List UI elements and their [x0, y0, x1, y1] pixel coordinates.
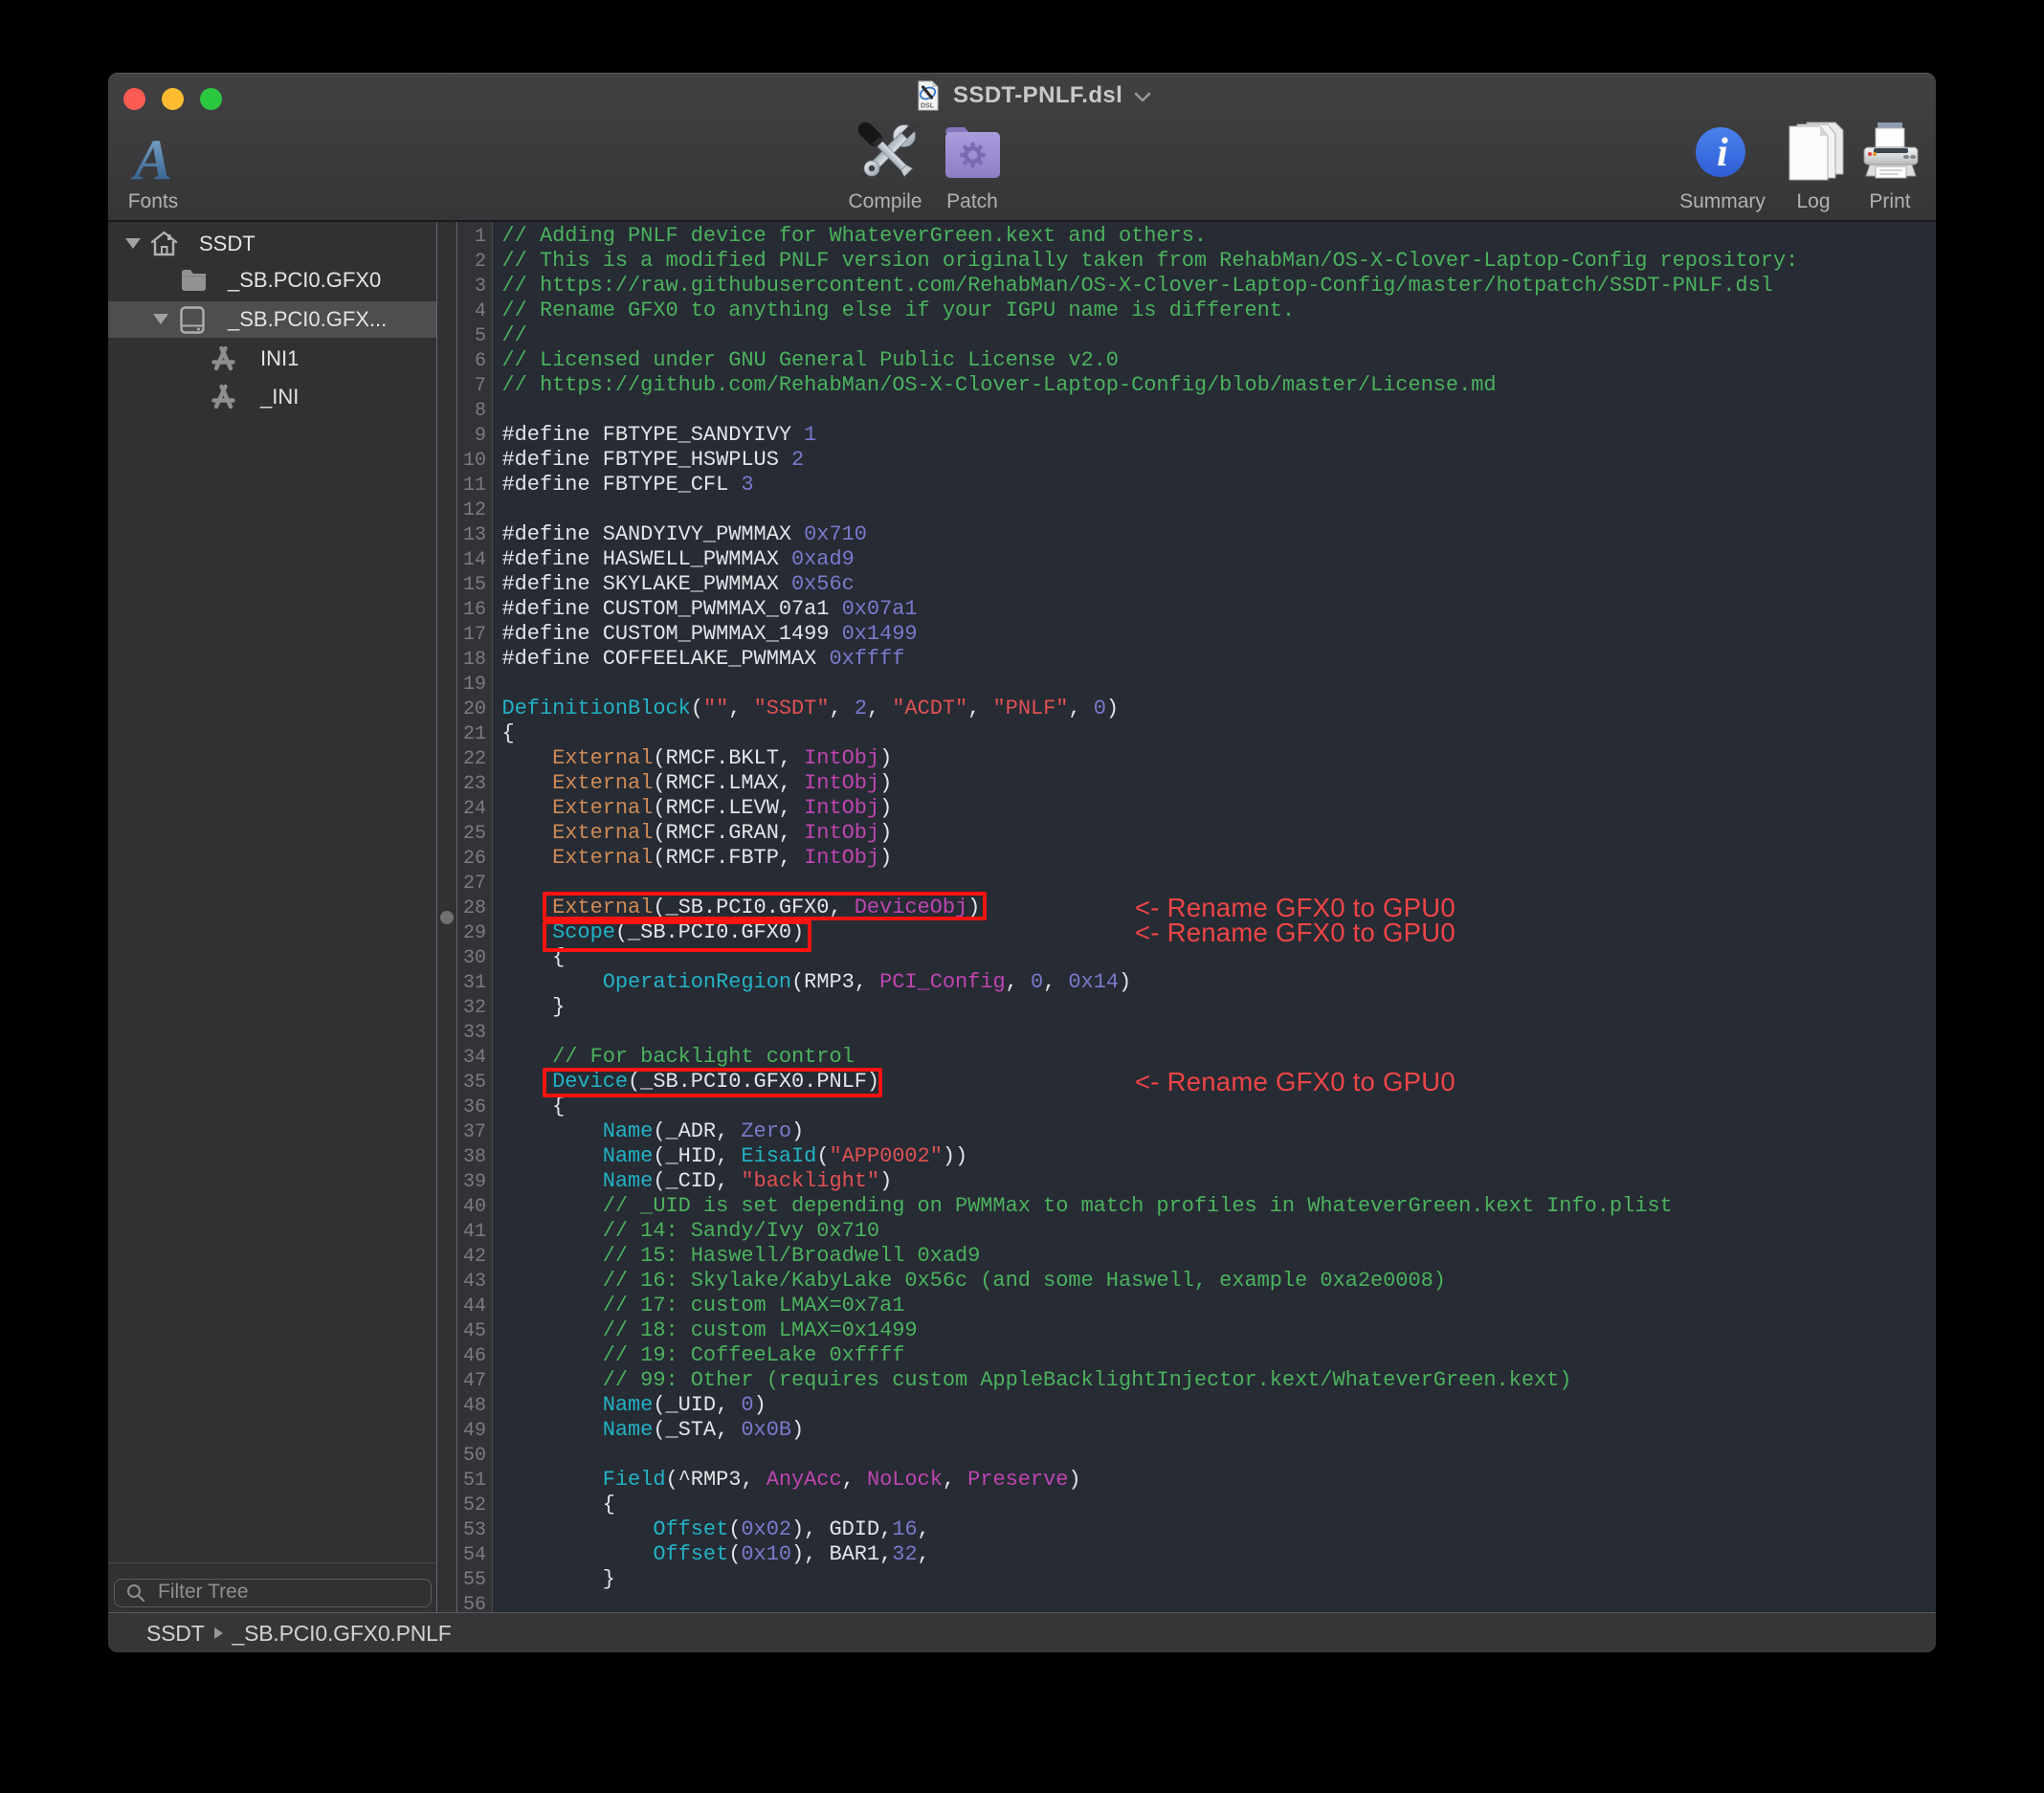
svg-text:DSL: DSL — [921, 103, 935, 110]
svg-text:i: i — [1717, 131, 1728, 175]
